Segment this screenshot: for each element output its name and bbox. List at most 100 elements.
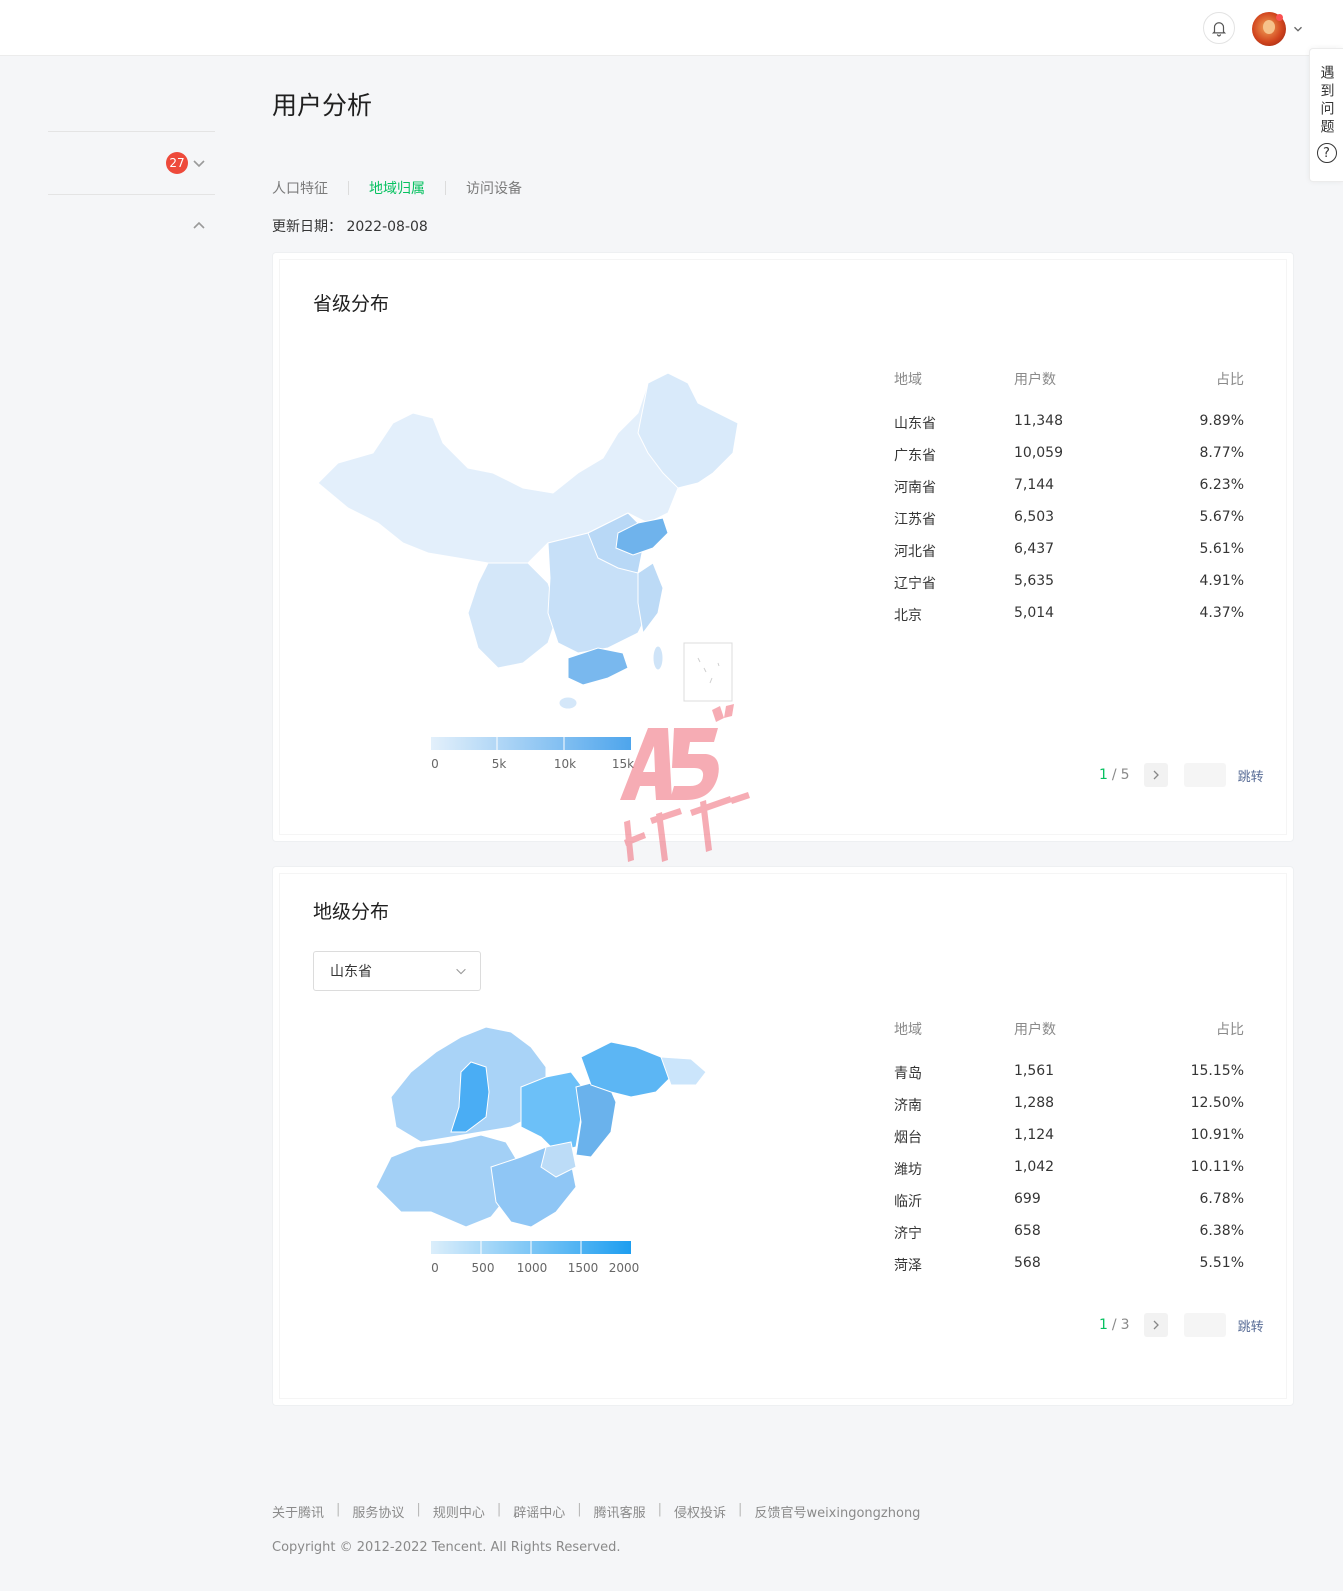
cell-users: 7,144 — [1014, 477, 1055, 493]
cell-users: 1,124 — [1014, 1127, 1055, 1143]
notification-button[interactable] — [1203, 12, 1235, 44]
chevron-down-icon[interactable] — [191, 155, 207, 171]
footer-link[interactable]: 反馈官号weixingongzhong — [754, 1502, 920, 1521]
shandong-map[interactable] — [371, 1017, 711, 1237]
col-users: 用户数 — [1014, 372, 1056, 388]
province-select[interactable]: 山东省 — [313, 951, 481, 991]
chevron-down-icon[interactable] — [1291, 22, 1305, 36]
legend-gradient — [431, 737, 631, 750]
cell-region: 山东省 — [894, 416, 936, 432]
province-legend: 0 5k 10k 15k — [431, 737, 634, 771]
footer-separator: | — [336, 1502, 341, 1517]
cell-region: 济宁 — [894, 1226, 922, 1242]
col-ratio: 占比 — [1216, 372, 1244, 388]
pager-total: 3 — [1120, 1317, 1130, 1333]
cell-region: 青岛 — [894, 1066, 922, 1082]
cell-region: 广东省 — [894, 448, 936, 464]
city-pager: 1 / 3 跳转 — [1099, 1313, 1264, 1337]
table-row: 广东省 10,059 8.77% — [894, 445, 1244, 477]
footer-link[interactable]: 腾讯客服 — [594, 1502, 646, 1521]
help-tab[interactable]: 遇到问题 ? — [1309, 48, 1343, 182]
select-value: 山东省 — [330, 964, 372, 980]
footer-separator: | — [416, 1502, 421, 1517]
next-page-button[interactable] — [1143, 763, 1168, 787]
tab-devices[interactable]: 访问设备 — [466, 178, 522, 198]
cell-users: 658 — [1014, 1223, 1041, 1239]
cell-region: 潍坊 — [894, 1162, 922, 1178]
map-region-guangdong[interactable] — [567, 647, 629, 686]
cell-region: 济南 — [894, 1098, 922, 1114]
top-bar — [0, 0, 1343, 56]
next-page-button[interactable] — [1143, 1313, 1168, 1337]
tab-divider — [348, 181, 349, 195]
table-row: 烟台 1,124 10.91% — [894, 1127, 1244, 1159]
cell-ratio: 4.91% — [1199, 573, 1244, 589]
chevron-right-icon — [1153, 770, 1159, 780]
footer-link[interactable]: 关于腾讯 — [272, 1502, 324, 1521]
chevron-down-icon — [456, 968, 466, 975]
tab-bar: 人口特征 地域归属 访问设备 — [272, 178, 522, 198]
table-row: 河南省 7,144 6.23% — [894, 477, 1244, 509]
jump-button[interactable]: 跳转 — [1238, 766, 1264, 785]
pager-current: 1 — [1099, 1317, 1108, 1333]
footer-links: 关于腾讯 | 服务协议 | 规则中心 | 辟谣中心 | 腾讯客服 | 侵权投诉 | 反馈官号… — [272, 1502, 920, 1521]
cell-region: 辽宁省 — [894, 576, 936, 592]
city-legend: 0 500 1000 1500 2000 — [431, 1241, 639, 1275]
cell-users: 6,437 — [1014, 541, 1055, 557]
table-row: 辽宁省 5,635 4.91% — [894, 573, 1244, 605]
cell-ratio: 6.78% — [1199, 1191, 1244, 1207]
legend-tick: 500 — [471, 1261, 495, 1275]
footer-separator: | — [496, 1502, 502, 1517]
table-row: 济宁 658 6.38% — [894, 1223, 1244, 1255]
bell-icon — [1211, 22, 1227, 37]
pager-separator: / — [1111, 767, 1117, 783]
cell-region: 临沂 — [894, 1194, 922, 1210]
cell-ratio: 10.11% — [1190, 1159, 1244, 1175]
cell-ratio: 8.77% — [1199, 445, 1244, 461]
map-region-southwest[interactable] — [467, 562, 559, 669]
map-region-east[interactable] — [637, 562, 664, 635]
cell-region: 河北省 — [894, 544, 936, 560]
table-row: 济南 1,288 12.50% — [894, 1095, 1244, 1127]
help-label: 遇到问题 — [1318, 65, 1335, 137]
chevron-up-icon[interactable] — [191, 218, 207, 234]
legend-tick: 2000 — [608, 1261, 640, 1275]
legend-gradient — [431, 1241, 631, 1254]
page-number-input[interactable] — [1183, 763, 1226, 787]
tab-divider — [445, 181, 446, 195]
province-title: 省级分布 — [313, 293, 390, 315]
table-row: 山东省 11,348 9.89% — [894, 413, 1244, 445]
city-table: 地域 用户数 占比 青岛 1,561 15.15% 济南 1,288 12.50% 烟台… — [894, 1019, 1244, 1287]
cell-users: 11,348 — [1014, 413, 1063, 429]
cell-ratio: 5.67% — [1199, 509, 1244, 525]
cell-ratio: 15.15% — [1190, 1063, 1244, 1079]
cell-users: 6,503 — [1014, 509, 1055, 525]
table-header: 地域 用户数 占比 — [894, 369, 1244, 389]
cell-ratio: 4.37% — [1199, 605, 1244, 621]
cell-region: 北京 — [894, 608, 922, 624]
footer-separator: | — [738, 1502, 743, 1517]
notification-badge: 27 — [166, 152, 188, 174]
map-region-weifang[interactable] — [520, 1071, 587, 1153]
footer-link[interactable]: 侵权投诉 — [674, 1502, 726, 1521]
cell-users: 1,042 — [1014, 1159, 1055, 1175]
footer-link[interactable]: 辟谣中心 — [513, 1502, 565, 1521]
cell-ratio: 5.51% — [1199, 1255, 1244, 1271]
cell-ratio: 6.23% — [1199, 477, 1244, 493]
unread-dot — [1276, 14, 1283, 21]
cell-users: 1,561 — [1014, 1063, 1055, 1079]
table-row: 江苏省 6,503 5.67% — [894, 509, 1244, 541]
footer-link[interactable]: 规则中心 — [433, 1502, 485, 1521]
footer-link[interactable]: 服务协议 — [352, 1502, 404, 1521]
tab-region[interactable]: 地域归属 — [369, 178, 425, 198]
legend-tick: 0 — [431, 1261, 439, 1275]
footer-separator: | — [577, 1502, 582, 1517]
map-region-taiwan[interactable] — [652, 645, 664, 671]
china-map[interactable] — [318, 373, 748, 713]
city-title: 地级分布 — [313, 901, 390, 923]
map-region-hainan[interactable] — [558, 696, 578, 710]
jump-button[interactable]: 跳转 — [1238, 1316, 1264, 1335]
cell-region: 烟台 — [894, 1130, 922, 1146]
tab-demographics[interactable]: 人口特征 — [272, 178, 328, 198]
page-number-input[interactable] — [1183, 1313, 1226, 1337]
